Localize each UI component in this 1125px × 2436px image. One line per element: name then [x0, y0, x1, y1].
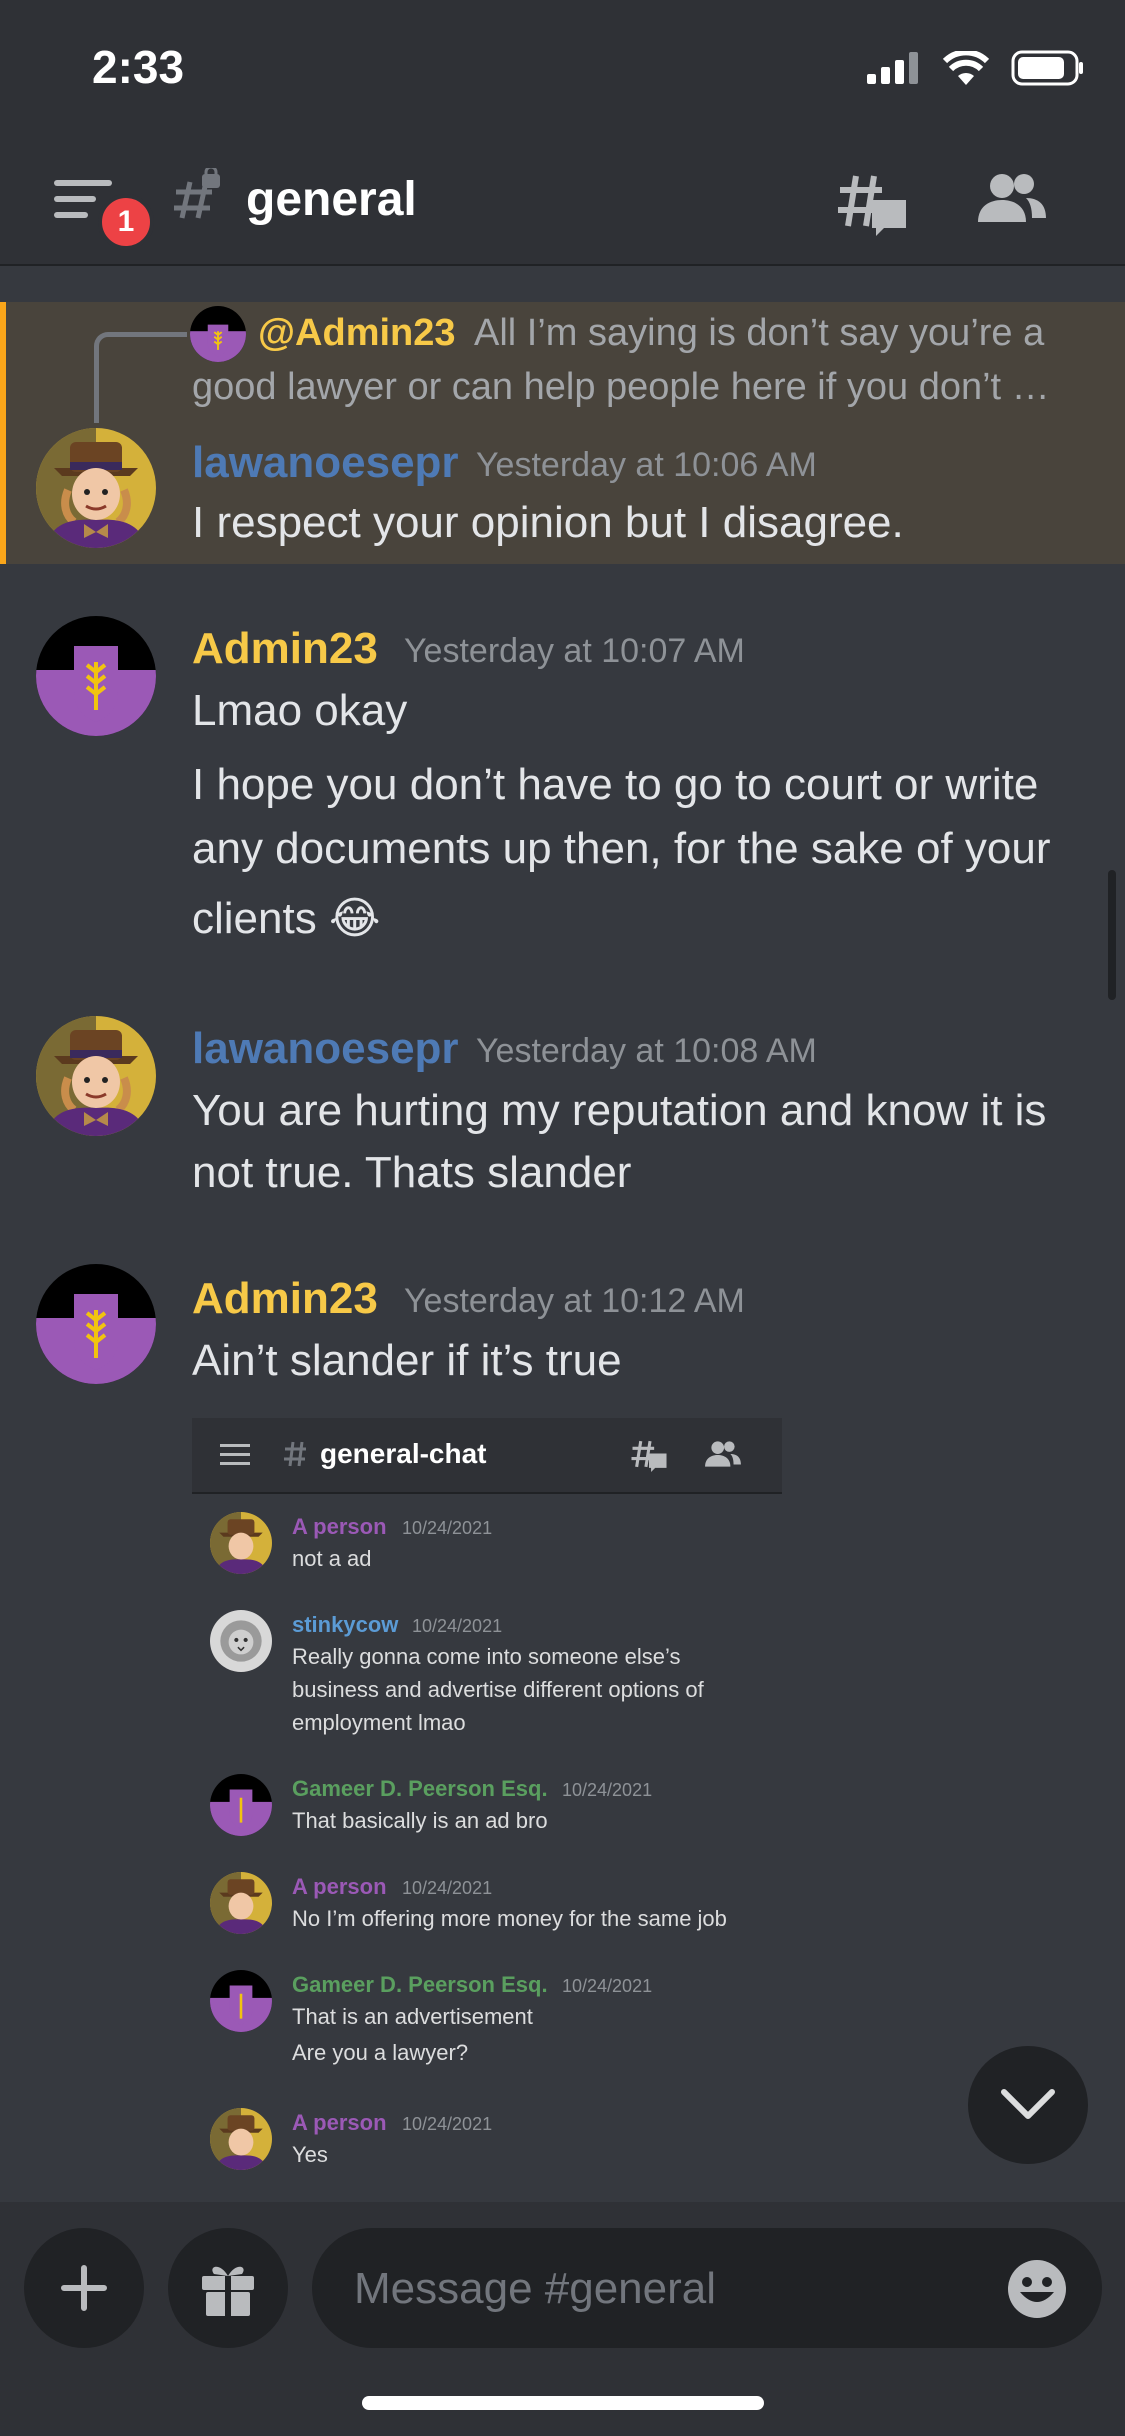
embedded-text: employment lmao — [292, 1710, 466, 1735]
message-author[interactable]: Admin23 — [192, 624, 378, 674]
embedded-author: A person — [292, 2110, 387, 2135]
reply-connector — [94, 332, 187, 423]
message-text: I hope you don’t have to go to court or … — [192, 760, 1039, 809]
embedded-text: No I’m offering more money for the same … — [292, 1906, 727, 1931]
avatar[interactable] — [36, 616, 156, 736]
members-icon[interactable] — [976, 172, 1048, 224]
message-text: Ain’t slander if it’s true — [192, 1336, 622, 1385]
embedded-author: Gameer D. Peerson Esq. — [292, 1776, 548, 1801]
reply-mention[interactable]: @Admin23 — [258, 312, 456, 355]
message-text: You are hurting my reputation and know i… — [192, 1086, 1047, 1135]
reply-text-line1[interactable]: All I’m saying is don’t say you’re a — [474, 312, 1044, 355]
battery-icon — [1011, 50, 1083, 86]
avatar — [210, 1610, 272, 1672]
wifi-icon — [943, 51, 989, 85]
lion-avatar-icon — [210, 1610, 272, 1672]
embedded-text: That is an advertisement — [292, 2004, 533, 2029]
scrollbar[interactable] — [1108, 870, 1116, 1000]
notification-badge: 1 — [98, 194, 154, 250]
admin-avatar-icon — [36, 616, 156, 736]
locked-hashtag-icon — [174, 168, 220, 219]
menu-icon — [220, 1444, 250, 1465]
embedded-timestamp: 10/24/2021 — [402, 2114, 493, 2134]
avatar[interactable] — [36, 1016, 156, 1136]
avatar — [210, 1774, 272, 1836]
avatar — [210, 1512, 272, 1574]
avatar — [210, 2108, 272, 2170]
message-text: I respect your opinion but I disagree. — [192, 498, 904, 547]
message-timestamp: Yesterday at 10:07 AM — [404, 632, 745, 670]
jump-to-latest-button[interactable] — [968, 2046, 1088, 2164]
admin-avatar-icon — [210, 1970, 272, 2032]
admin-avatar-icon — [36, 1264, 156, 1384]
message-text: not true. Thats slander — [192, 1148, 632, 1197]
user-avatar-icon — [36, 428, 156, 548]
user-avatar-icon — [210, 1872, 272, 1934]
admin-avatar-small — [190, 306, 246, 362]
status-time: 2:33 — [92, 41, 185, 93]
embedded-timestamp: 10/24/2021 — [402, 1518, 493, 1538]
status-bar: 2:33 — [0, 0, 1125, 140]
message-timestamp: Yesterday at 10:12 AM — [404, 1282, 745, 1320]
message-timestamp: Yesterday at 10:08 AM — [476, 1032, 817, 1070]
message-author[interactable]: lawanoesepr — [192, 438, 459, 488]
channel-title[interactable]: general — [246, 172, 417, 227]
embedded-timestamp: 10/24/2021 — [412, 1616, 503, 1636]
embedded-channel-title: general-chat — [320, 1438, 487, 1469]
admin-avatar-icon — [210, 1774, 272, 1836]
embedded-text: Yes — [292, 2142, 328, 2167]
message-list[interactable]: @Admin23 All I’m saying is don’t say you… — [0, 266, 1125, 2200]
status-icons — [867, 50, 1085, 86]
reply-text-line2[interactable]: good lawyer or can help people here if y… — [192, 366, 1050, 409]
chevron-down-icon — [1001, 2089, 1055, 2119]
user-avatar-icon — [210, 1512, 272, 1574]
embedded-text: That basically is an ad bro — [292, 1808, 548, 1833]
embedded-author: Gameer D. Peerson Esq. — [292, 1972, 548, 1997]
embedded-timestamp: 10/24/2021 — [562, 1780, 653, 1800]
embedded-timestamp: 10/24/2021 — [562, 1976, 653, 1996]
add-attachment-button[interactable] — [24, 2228, 144, 2348]
embedded-text: business and advertise different options… — [292, 1677, 704, 1702]
message-input-placeholder: Message #general — [354, 2264, 717, 2313]
cellular-signal-icon — [867, 52, 918, 84]
threads-icon — [631, 1440, 667, 1472]
embedded-text: Are you a lawyer? — [292, 2040, 469, 2065]
avatar — [210, 1872, 272, 1934]
hashtag-icon — [284, 1441, 306, 1467]
members-icon — [705, 1441, 741, 1467]
message-text: Lmao okay — [192, 686, 408, 735]
embedded-text: Really gonna come into someone else’s — [292, 1644, 681, 1669]
message-text: any documents up then, for the sake of y… — [192, 824, 1051, 873]
threads-icon[interactable] — [836, 170, 908, 236]
message-timestamp: Yesterday at 10:06 AM — [476, 446, 817, 484]
embedded-header: general-chat — [192, 1418, 782, 1494]
avatar — [210, 1970, 272, 2032]
embedded-author: A person — [292, 1514, 387, 1539]
embedded-timestamp: 10/24/2021 — [402, 1878, 493, 1898]
avatar[interactable] — [36, 428, 156, 548]
avatar[interactable] — [36, 1264, 156, 1384]
user-avatar-icon — [210, 2108, 272, 2170]
home-indicator — [362, 2396, 764, 2410]
message-author[interactable]: Admin23 — [192, 1274, 378, 1324]
image-attachment[interactable]: general-chat A person 10/24/2021 not a a… — [192, 1418, 782, 2200]
emoji-icon[interactable] — [1006, 2258, 1068, 2320]
embedded-author: stinkycow — [292, 1612, 399, 1637]
user-avatar-icon — [36, 1016, 156, 1136]
message-author[interactable]: lawanoesepr — [192, 1024, 459, 1074]
embedded-text: not a ad — [292, 1546, 372, 1571]
gift-button[interactable] — [168, 2228, 288, 2348]
message-text: clients 😂 — [192, 894, 381, 943]
channel-header — [0, 140, 1125, 266]
gift-icon — [202, 2266, 254, 2316]
plus-icon — [61, 2265, 107, 2311]
embedded-author: A person — [292, 1874, 387, 1899]
